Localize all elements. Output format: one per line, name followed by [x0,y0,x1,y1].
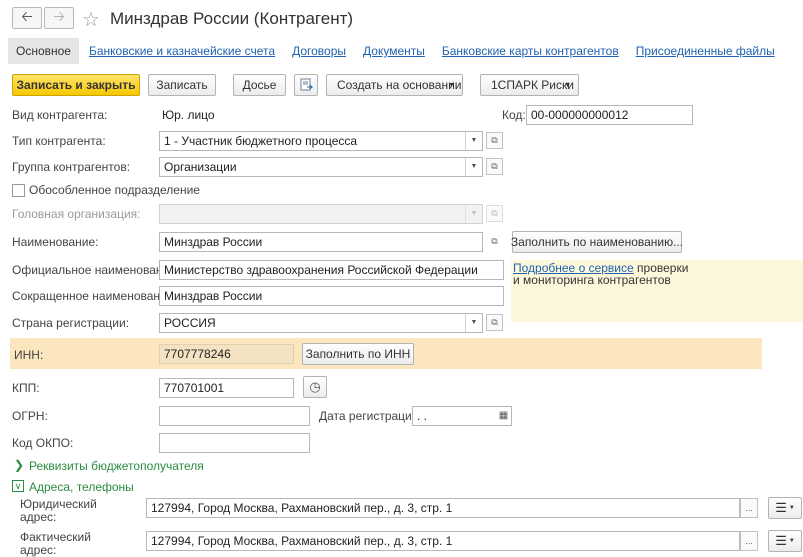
budget-requisites-section[interactable]: Реквизиты бюджетополучателя [29,459,204,473]
actual-address-label: Фактический адрес: [20,530,91,557]
tab-attached-files[interactable]: Присоединенные файлы [636,44,775,58]
inn-field[interactable]: 7707778246 [159,344,294,364]
kpp-history-button[interactable]: ◷ [303,376,327,398]
ogrn-field[interactable] [159,406,310,426]
arrow-left-icon: 🡠 [21,8,33,24]
head-org-select: ▼ [159,204,483,224]
name-field[interactable]: Минздрав России [159,232,483,252]
page-title: Минздрав России (Контрагент) [110,9,354,28]
official-name-field[interactable]: Министерство здравоохранения Российской … [159,260,504,280]
open-icon[interactable]: ⧉ [486,132,503,149]
legal-address-edit-button[interactable]: ... [740,498,758,518]
menu-icon: ☰ [775,533,787,548]
report-button[interactable] [294,74,318,96]
code-label: Код: [502,108,526,122]
okpo-field[interactable] [159,433,310,453]
forward-button[interactable]: 🡢 [44,7,74,29]
star-icon[interactable]: ☆ [82,7,100,32]
tab-documents[interactable]: Документы [363,44,425,58]
reg-date-field[interactable]: . . ▦ [412,406,512,426]
okpo-label: Код ОКПО: [12,436,74,450]
dropdown-arrow-icon: ▼ [564,81,571,89]
short-name-field[interactable]: Минздрав России [159,286,504,306]
chevron-right-icon[interactable]: ❯ [14,458,24,472]
head-org-label: Головная организация: [12,207,141,221]
legal-address-field[interactable]: 127994, Город Москва, Рахмановский пер.,… [146,498,740,518]
calendar-icon[interactable]: ▦ [496,407,511,425]
back-button[interactable]: 🡠 [12,7,42,29]
separate-subdivision-label: Обособленное подразделение [29,183,200,197]
fill-by-inn-button[interactable]: Заполнить по ИНН [302,343,414,365]
chevron-down-icon[interactable]: ∨ [12,480,24,492]
service-info-panel: Подробнее о сервисе проверки и мониторин… [511,260,803,322]
open-icon[interactable]: ⧉ [486,233,503,250]
tab-bank-cards[interactable]: Банковские карты контрагентов [442,44,619,58]
actual-address-edit-button[interactable]: ... [740,531,758,551]
dropdown-arrow-icon[interactable]: ▼ [465,158,482,176]
open-icon[interactable]: ⧉ [486,158,503,175]
arrow-right-icon: 🡢 [53,8,65,24]
tab-bar: Основное Банковские и казначейские счета… [8,38,792,64]
addresses-phones-section[interactable]: Адреса, телефоны [29,480,134,494]
menu-icon: ☰ [775,500,787,515]
dropdown-arrow-icon: ▼ [448,81,455,89]
group-select[interactable]: Организации ▼ [159,157,483,177]
create-based-on-button[interactable]: Создать на основании ▼ [326,74,463,96]
spark-risks-button[interactable]: 1СПАРК Риски ▼ [480,74,579,96]
fill-by-name-button[interactable]: Заполнить по наименованию... [511,231,683,253]
type-select[interactable]: 1 - Участник бюджетного процесса ▼ [159,131,483,151]
history-icon: ◷ [309,379,321,394]
tab-main[interactable]: Основное [8,38,79,64]
country-select[interactable]: РОССИЯ ▼ [159,313,483,333]
country-label: Страна регистрации: [12,316,130,330]
reg-date-label: Дата регистрации: [319,409,422,423]
official-name-label: Официальное наименование: [12,263,180,277]
save-button[interactable]: Записать [148,74,216,96]
report-icon [300,78,313,91]
kpp-label: КПП: [12,381,40,395]
open-icon: ⧉ [486,205,503,222]
short-name-label: Сокращенное наименование : [12,289,181,303]
ogrn-label: ОГРН: [12,409,48,423]
dropdown-arrow-icon: ▼ [788,505,795,511]
service-text-2: и мониторинга контрагентов [513,273,671,287]
kind-value: Юр. лицо [162,108,215,122]
group-label: Группа контрагентов: [12,160,131,174]
separate-subdivision-checkbox[interactable] [12,184,25,197]
kpp-field[interactable]: 770701001 [159,378,294,398]
type-label: Тип контрагента: [12,134,106,148]
tab-contracts[interactable]: Договоры [292,44,346,58]
open-icon[interactable]: ⧉ [486,314,503,331]
save-and-close-button[interactable]: Записать и закрыть [12,74,140,96]
inn-label: ИНН: [14,348,44,362]
dropdown-arrow-icon[interactable]: ▼ [465,314,482,332]
actual-address-field[interactable]: 127994, Город Москва, Рахмановский пер.,… [146,531,740,551]
tab-bank-accounts[interactable]: Банковские и казначейские счета [89,44,275,58]
dropdown-arrow-icon: ▼ [788,538,795,544]
dropdown-arrow-icon: ▼ [465,205,482,223]
actual-address-menu-button[interactable]: ☰ ▼ [768,530,802,552]
code-field[interactable]: 00-000000000012 [526,105,693,125]
dossier-button[interactable]: Досье [233,74,286,96]
legal-address-menu-button[interactable]: ☰ ▼ [768,497,802,519]
kind-label: Вид контрагента: [12,108,108,122]
dropdown-arrow-icon[interactable]: ▼ [465,132,482,150]
legal-address-label: Юридический адрес: [20,497,97,524]
name-label: Наименование: [12,235,99,249]
